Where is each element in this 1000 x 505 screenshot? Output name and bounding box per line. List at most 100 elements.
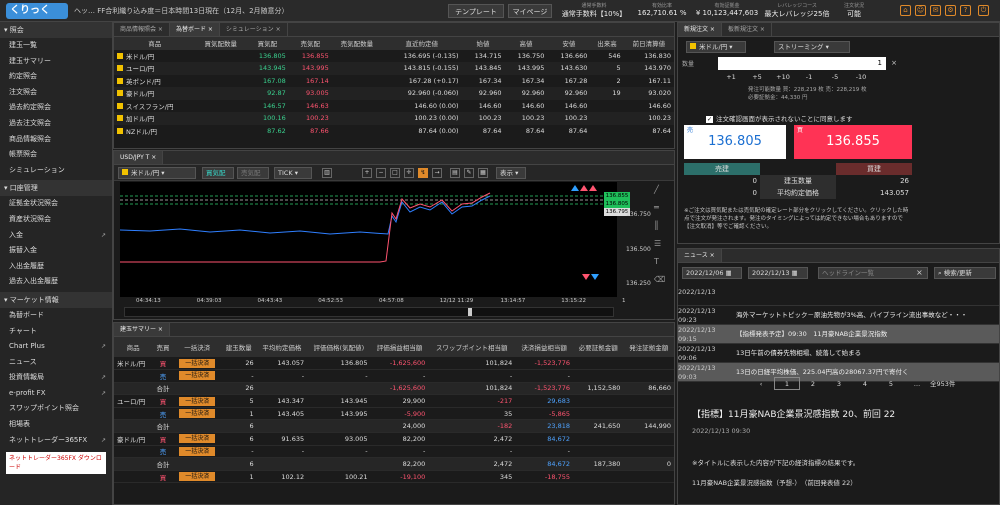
column-header[interactable]: 商品 [114,37,196,50]
column-header[interactable]: 一括決済 [173,337,221,357]
bulk-settle-button[interactable]: 一括決済 [179,396,216,406]
rate-row[interactable]: 加ドル/円 100.16 100.23 100.23 (0.00) 100.23 100.… [114,112,674,125]
sidebar-item[interactable]: 建玉一覧 [0,38,112,54]
headline-search-input[interactable]: ヘッドライン一覧 [818,267,928,279]
qty-step-button[interactable]: -5 [822,71,848,84]
mypage-button[interactable]: マイページ [508,4,552,18]
summary-row[interactable]: 売一括決済 - - - - - - [114,445,674,459]
rate-cell[interactable]: 167.08 [246,75,289,88]
column-header[interactable]: 直近約定値 [381,37,462,50]
user-icon[interactable]: ☺ [915,5,926,16]
rate-cell[interactable]: 143.945 [245,62,289,75]
autoscroll-icon[interactable]: ↯ [418,168,428,178]
template-button[interactable]: テンプレート [448,4,504,18]
tab-simulation[interactable]: シミュレーション × [220,23,288,36]
rate-cell[interactable]: 87.66 [289,125,332,138]
tab-product-info[interactable]: 商品情報照会 × [114,23,170,36]
help-icon[interactable]: ? [960,5,971,16]
sidebar-item[interactable]: ニュース [0,355,112,371]
crosshair-icon[interactable]: ✛ [404,168,414,178]
summary-row[interactable]: ユーロ/円買一括決済 5 143.347 143.945 29,900 -217 29,68… [114,394,674,408]
column-header[interactable]: スワップポイント相当額 [428,337,516,357]
chart-scrollbar[interactable] [124,307,614,317]
sidebar-item[interactable]: 入出金履歴 [0,259,112,275]
sidebar-item[interactable]: e-profit FX ↗ [0,386,112,402]
layout-icon[interactable]: ▦ [478,168,488,178]
tab-chart[interactable]: USD/JPY T × [114,151,164,164]
sidebar-item[interactable]: チャート [0,324,112,340]
rate-cell[interactable]: 146.57 [246,100,289,113]
sidebar-item[interactable]: 資産状況照会 [0,212,112,228]
bulk-settle-button[interactable]: 一括決済 [179,409,216,419]
display-select[interactable]: 表示 ▾ [496,167,526,179]
qty-step-button[interactable]: +10 [770,71,796,84]
summary-row[interactable]: 売一括決済 - - - - - - [114,369,674,383]
qty-step-button[interactable]: +5 [744,71,770,84]
sidebar-item[interactable]: 振替入金 [0,243,112,259]
page-link[interactable]: … [904,378,930,391]
sidebar-item[interactable]: 注文照会 [0,85,112,101]
rate-cell[interactable]: 100.23 [288,112,332,125]
date-to-input[interactable]: 2022/12/13 ▦ [748,267,808,279]
sidebar-item[interactable]: 約定照会 [0,69,112,85]
column-header[interactable]: 買気配数量 [195,37,246,50]
buy-button[interactable]: 買 136.855 [794,125,912,159]
qty-step-button[interactable]: +1 [718,71,744,84]
tab-new-order[interactable]: 新規注文 × [678,23,722,36]
sidebar-item[interactable]: 過去注文照会 [0,116,112,132]
bulk-settle-button[interactable]: 一括決済 [179,446,216,456]
rate-cell[interactable]: 87.62 [246,125,289,138]
summary-row[interactable]: 買一括決済 1 102.12 100.21 -19,100 345 -18,755 [114,470,674,484]
sidebar-item[interactable]: 証拠金状況照会 [0,196,112,212]
page-link[interactable]: 4 [852,378,878,391]
column-header[interactable]: 前日清算値 [623,37,674,50]
page-link[interactable]: 5 [878,378,904,391]
rate-cell[interactable]: 167.14 [289,75,332,88]
download-button[interactable]: ネットトレーダー365FX ダウンロード [6,452,106,475]
column-header[interactable]: 売気配数量 [331,37,382,50]
sidebar-item[interactable]: 商品情報照会 [0,132,112,148]
column-header[interactable]: 高値 [504,37,548,50]
qty-step-button[interactable]: -1 [796,71,822,84]
order-type-select[interactable]: ストリーミング ▾ [774,41,850,53]
ask-toggle[interactable]: 売気配 [237,167,269,179]
rate-cell[interactable]: 92.87 [245,87,289,100]
sidebar-section-inquiry[interactable]: ▾ 照会 [0,22,112,38]
news-item[interactable]: 2022/12/13 [678,287,999,306]
text-icon[interactable]: T [654,257,668,275]
prev-page-icon[interactable]: ‹ [748,378,774,391]
rate-cell[interactable]: 93.005 [288,87,332,100]
zoom-out-icon[interactable]: − [376,168,386,178]
clear-icon[interactable]: × [888,57,900,70]
column-header[interactable]: 出来高 [590,37,624,50]
column-header[interactable]: 売買 [152,337,174,357]
tab-rate-board[interactable]: 為替ボード × [169,23,220,36]
settings-icon[interactable]: ⚙ [945,5,956,16]
column-header[interactable]: 売気配 [288,37,332,50]
sidebar-section-account[interactable]: ▾ 口座管理 [0,180,112,197]
trash-icon[interactable]: ⌫ [654,275,668,293]
tab-news[interactable]: ニュース × [678,249,722,262]
sidebar-item[interactable]: Chart Plus ↗ [0,339,112,355]
summary-row[interactable]: 合計 6 82,200 2,472 84,672 187,380 0 [114,457,674,471]
page-link[interactable]: 3 [826,378,852,391]
sidebar-item[interactable]: 過去入出金履歴 [0,274,112,290]
news-item[interactable]: 2022/12/13 09:06 13日午前の債券先物相場、続落して始まる [678,344,999,363]
rate-cell[interactable]: 143.995 [288,62,332,75]
indicator-icon[interactable]: ▤ [450,168,460,178]
timeframe-select[interactable]: TICK ▾ [274,167,312,179]
fib-icon[interactable]: ☰ [654,239,668,257]
bulk-settle-button[interactable]: 一括決済 [179,358,216,368]
rate-row[interactable]: 豪ドル/円 92.87 93.005 92.960 (-0.060) 92.960 92.… [114,87,674,100]
column-header[interactable]: 始値 [461,37,505,50]
sidebar-item[interactable]: 為替ボード [0,308,112,324]
column-header[interactable]: 必要証拠金額 [572,337,624,357]
summary-row[interactable]: 米ドル/円買一括決済 26 143.057 136.805 -1,625,600 101,… [114,357,674,371]
column-header[interactable]: 発注証拠金額 [623,337,674,357]
qty-step-button[interactable]: -10 [848,71,874,84]
draw-line-icon[interactable]: ╱ [654,185,668,203]
rate-cell[interactable]: 146.63 [289,100,332,113]
scroll-handle[interactable] [468,308,472,316]
chart-symbol-select[interactable]: 米ドル/円 ▾ [118,167,196,179]
sidebar-item[interactable]: 相場表 [0,417,112,433]
